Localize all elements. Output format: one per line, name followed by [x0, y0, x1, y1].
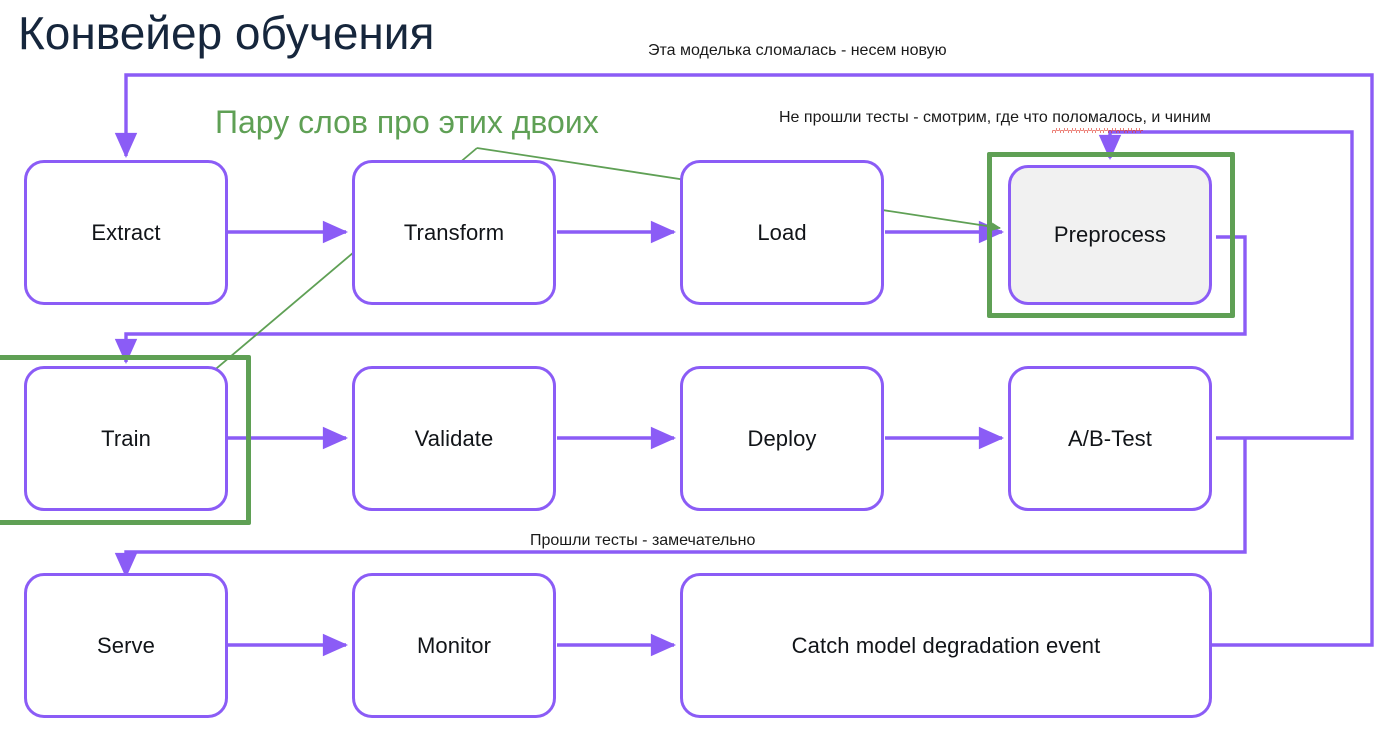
node-label: Monitor	[416, 632, 492, 658]
node-transform[interactable]: Transform	[352, 160, 556, 305]
annotation-misspelled-word: поломалось	[1052, 109, 1143, 133]
annotation-passed-tests: Прошли тесты - замечательно	[530, 532, 756, 549]
node-abtest[interactable]: A/B-Test	[1008, 366, 1212, 511]
node-monitor[interactable]: Monitor	[352, 573, 556, 718]
node-deploy[interactable]: Deploy	[680, 366, 884, 511]
annotation-failed-tests-prefix: Не прошли тесты - смотрим, где что	[779, 109, 1053, 126]
node-label: Serve	[97, 632, 155, 658]
node-label: A/B-Test	[1068, 425, 1152, 451]
node-label: Transform	[403, 219, 505, 245]
node-catch-model-degradation[interactable]: Catch model degradation event	[680, 573, 1212, 718]
node-label: Deploy	[747, 425, 817, 451]
node-label: Extract	[91, 219, 161, 245]
node-label: Train	[101, 425, 151, 451]
node-train[interactable]: Train	[24, 366, 228, 511]
node-serve[interactable]: Serve	[24, 573, 228, 718]
node-preprocess[interactable]: Preprocess	[1008, 165, 1212, 305]
spellcheck-underline	[1052, 128, 1143, 133]
node-extract[interactable]: Extract	[24, 160, 228, 305]
green-heading: Пару слов про этих двоих	[215, 104, 599, 140]
node-label: Validate	[414, 425, 494, 451]
node-label: Load	[757, 219, 807, 245]
diagram-canvas: Extract Transform Load Preprocess Train …	[0, 0, 1384, 756]
annotation-failed-tests: Не прошли тесты - смотрим, где что полом…	[779, 109, 1211, 133]
annotation-misspelled-text: поломалось	[1052, 109, 1143, 126]
node-load[interactable]: Load	[680, 160, 884, 305]
node-validate[interactable]: Validate	[352, 366, 556, 511]
node-label: Preprocess	[1053, 222, 1167, 247]
page-title: Конвейер обучения	[18, 7, 435, 59]
annotation-failed-tests-suffix: , и чиним	[1142, 109, 1211, 126]
node-label: Catch model degradation event	[791, 632, 1101, 658]
annotation-broken-model: Эта моделька сломалась - несем новую	[648, 42, 947, 59]
